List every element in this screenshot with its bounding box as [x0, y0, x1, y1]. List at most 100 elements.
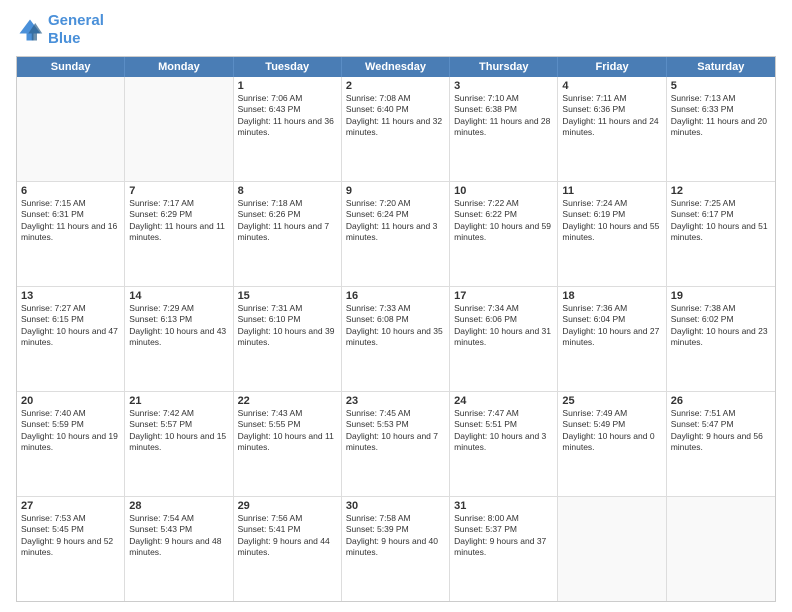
header-day-friday: Friday: [558, 57, 666, 77]
day-cell-7: 7Sunrise: 7:17 AM Sunset: 6:29 PM Daylig…: [125, 182, 233, 286]
day-info: Sunrise: 7:58 AM Sunset: 5:39 PM Dayligh…: [346, 513, 445, 559]
empty-cell: [667, 497, 775, 601]
week-row-2: 13Sunrise: 7:27 AM Sunset: 6:15 PM Dayli…: [17, 286, 775, 391]
day-number: 26: [671, 395, 771, 407]
day-info: Sunrise: 7:08 AM Sunset: 6:40 PM Dayligh…: [346, 93, 445, 139]
day-number: 7: [129, 185, 228, 197]
day-number: 10: [454, 185, 553, 197]
day-info: Sunrise: 7:25 AM Sunset: 6:17 PM Dayligh…: [671, 198, 771, 244]
day-number: 6: [21, 185, 120, 197]
day-info: Sunrise: 7:31 AM Sunset: 6:10 PM Dayligh…: [238, 303, 337, 349]
day-info: Sunrise: 7:34 AM Sunset: 6:06 PM Dayligh…: [454, 303, 553, 349]
day-number: 14: [129, 290, 228, 302]
day-number: 28: [129, 500, 228, 512]
day-info: Sunrise: 7:22 AM Sunset: 6:22 PM Dayligh…: [454, 198, 553, 244]
day-number: 11: [562, 185, 661, 197]
calendar: SundayMondayTuesdayWednesdayThursdayFrid…: [16, 56, 776, 602]
day-cell-31: 31Sunrise: 8:00 AM Sunset: 5:37 PM Dayli…: [450, 497, 558, 601]
day-info: Sunrise: 7:53 AM Sunset: 5:45 PM Dayligh…: [21, 513, 120, 559]
day-info: Sunrise: 7:42 AM Sunset: 5:57 PM Dayligh…: [129, 408, 228, 454]
day-number: 17: [454, 290, 553, 302]
calendar-body: 1Sunrise: 7:06 AM Sunset: 6:43 PM Daylig…: [17, 77, 775, 601]
day-info: Sunrise: 7:15 AM Sunset: 6:31 PM Dayligh…: [21, 198, 120, 244]
day-cell-26: 26Sunrise: 7:51 AM Sunset: 5:47 PM Dayli…: [667, 392, 775, 496]
day-cell-8: 8Sunrise: 7:18 AM Sunset: 6:26 PM Daylig…: [234, 182, 342, 286]
week-row-3: 20Sunrise: 7:40 AM Sunset: 5:59 PM Dayli…: [17, 391, 775, 496]
day-cell-18: 18Sunrise: 7:36 AM Sunset: 6:04 PM Dayli…: [558, 287, 666, 391]
day-info: Sunrise: 7:18 AM Sunset: 6:26 PM Dayligh…: [238, 198, 337, 244]
day-number: 13: [21, 290, 120, 302]
day-number: 1: [238, 80, 337, 92]
day-info: Sunrise: 7:27 AM Sunset: 6:15 PM Dayligh…: [21, 303, 120, 349]
day-number: 8: [238, 185, 337, 197]
day-info: Sunrise: 7:24 AM Sunset: 6:19 PM Dayligh…: [562, 198, 661, 244]
calendar-header: SundayMondayTuesdayWednesdayThursdayFrid…: [17, 57, 775, 77]
empty-cell: [558, 497, 666, 601]
day-info: Sunrise: 7:54 AM Sunset: 5:43 PM Dayligh…: [129, 513, 228, 559]
day-cell-4: 4Sunrise: 7:11 AM Sunset: 6:36 PM Daylig…: [558, 77, 666, 181]
day-info: Sunrise: 7:45 AM Sunset: 5:53 PM Dayligh…: [346, 408, 445, 454]
day-cell-9: 9Sunrise: 7:20 AM Sunset: 6:24 PM Daylig…: [342, 182, 450, 286]
day-number: 19: [671, 290, 771, 302]
day-info: Sunrise: 7:29 AM Sunset: 6:13 PM Dayligh…: [129, 303, 228, 349]
day-cell-29: 29Sunrise: 7:56 AM Sunset: 5:41 PM Dayli…: [234, 497, 342, 601]
day-info: Sunrise: 7:49 AM Sunset: 5:49 PM Dayligh…: [562, 408, 661, 454]
day-number: 12: [671, 185, 771, 197]
day-cell-15: 15Sunrise: 7:31 AM Sunset: 6:10 PM Dayli…: [234, 287, 342, 391]
day-cell-16: 16Sunrise: 7:33 AM Sunset: 6:08 PM Dayli…: [342, 287, 450, 391]
day-number: 27: [21, 500, 120, 512]
logo: General Blue: [16, 12, 104, 48]
day-cell-21: 21Sunrise: 7:42 AM Sunset: 5:57 PM Dayli…: [125, 392, 233, 496]
day-cell-6: 6Sunrise: 7:15 AM Sunset: 6:31 PM Daylig…: [17, 182, 125, 286]
day-cell-30: 30Sunrise: 7:58 AM Sunset: 5:39 PM Dayli…: [342, 497, 450, 601]
day-info: Sunrise: 7:56 AM Sunset: 5:41 PM Dayligh…: [238, 513, 337, 559]
empty-cell: [125, 77, 233, 181]
day-cell-22: 22Sunrise: 7:43 AM Sunset: 5:55 PM Dayli…: [234, 392, 342, 496]
header: General Blue: [16, 12, 776, 48]
page: General Blue SundayMondayTuesdayWednesda…: [0, 0, 792, 612]
logo-icon: [16, 16, 44, 44]
day-cell-27: 27Sunrise: 7:53 AM Sunset: 5:45 PM Dayli…: [17, 497, 125, 601]
day-info: Sunrise: 7:40 AM Sunset: 5:59 PM Dayligh…: [21, 408, 120, 454]
header-day-thursday: Thursday: [450, 57, 558, 77]
day-info: Sunrise: 7:06 AM Sunset: 6:43 PM Dayligh…: [238, 93, 337, 139]
day-number: 25: [562, 395, 661, 407]
day-number: 4: [562, 80, 661, 92]
day-cell-1: 1Sunrise: 7:06 AM Sunset: 6:43 PM Daylig…: [234, 77, 342, 181]
header-day-monday: Monday: [125, 57, 233, 77]
day-cell-3: 3Sunrise: 7:10 AM Sunset: 6:38 PM Daylig…: [450, 77, 558, 181]
logo-text: General Blue: [48, 12, 104, 48]
empty-cell: [17, 77, 125, 181]
day-number: 3: [454, 80, 553, 92]
day-cell-17: 17Sunrise: 7:34 AM Sunset: 6:06 PM Dayli…: [450, 287, 558, 391]
day-cell-10: 10Sunrise: 7:22 AM Sunset: 6:22 PM Dayli…: [450, 182, 558, 286]
day-info: Sunrise: 7:51 AM Sunset: 5:47 PM Dayligh…: [671, 408, 771, 454]
day-info: Sunrise: 8:00 AM Sunset: 5:37 PM Dayligh…: [454, 513, 553, 559]
day-cell-28: 28Sunrise: 7:54 AM Sunset: 5:43 PM Dayli…: [125, 497, 233, 601]
day-info: Sunrise: 7:20 AM Sunset: 6:24 PM Dayligh…: [346, 198, 445, 244]
day-cell-25: 25Sunrise: 7:49 AM Sunset: 5:49 PM Dayli…: [558, 392, 666, 496]
day-cell-23: 23Sunrise: 7:45 AM Sunset: 5:53 PM Dayli…: [342, 392, 450, 496]
day-info: Sunrise: 7:47 AM Sunset: 5:51 PM Dayligh…: [454, 408, 553, 454]
day-number: 16: [346, 290, 445, 302]
day-number: 23: [346, 395, 445, 407]
day-number: 15: [238, 290, 337, 302]
day-info: Sunrise: 7:33 AM Sunset: 6:08 PM Dayligh…: [346, 303, 445, 349]
header-day-wednesday: Wednesday: [342, 57, 450, 77]
day-number: 20: [21, 395, 120, 407]
week-row-0: 1Sunrise: 7:06 AM Sunset: 6:43 PM Daylig…: [17, 77, 775, 181]
day-info: Sunrise: 7:38 AM Sunset: 6:02 PM Dayligh…: [671, 303, 771, 349]
day-info: Sunrise: 7:43 AM Sunset: 5:55 PM Dayligh…: [238, 408, 337, 454]
day-number: 30: [346, 500, 445, 512]
day-cell-2: 2Sunrise: 7:08 AM Sunset: 6:40 PM Daylig…: [342, 77, 450, 181]
day-cell-14: 14Sunrise: 7:29 AM Sunset: 6:13 PM Dayli…: [125, 287, 233, 391]
header-day-tuesday: Tuesday: [234, 57, 342, 77]
day-cell-19: 19Sunrise: 7:38 AM Sunset: 6:02 PM Dayli…: [667, 287, 775, 391]
day-number: 5: [671, 80, 771, 92]
header-day-saturday: Saturday: [667, 57, 775, 77]
day-info: Sunrise: 7:13 AM Sunset: 6:33 PM Dayligh…: [671, 93, 771, 139]
week-row-1: 6Sunrise: 7:15 AM Sunset: 6:31 PM Daylig…: [17, 181, 775, 286]
day-info: Sunrise: 7:36 AM Sunset: 6:04 PM Dayligh…: [562, 303, 661, 349]
header-day-sunday: Sunday: [17, 57, 125, 77]
day-cell-11: 11Sunrise: 7:24 AM Sunset: 6:19 PM Dayli…: [558, 182, 666, 286]
